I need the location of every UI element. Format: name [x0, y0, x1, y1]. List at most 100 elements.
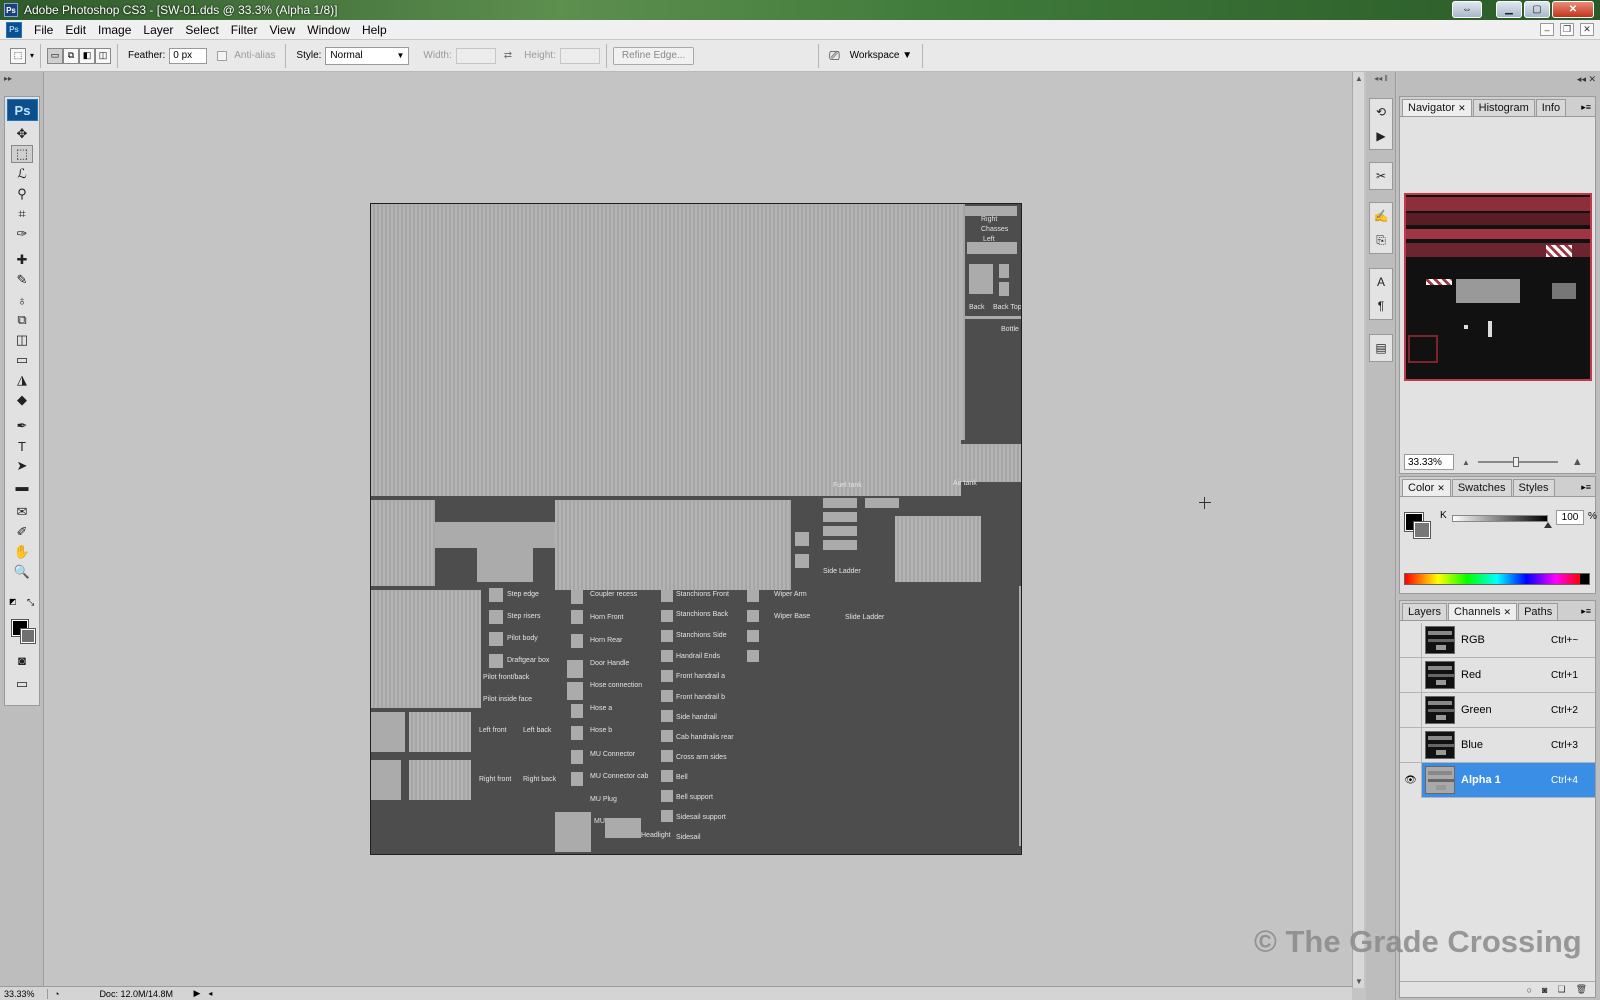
navigator-zoom-input[interactable]: 33.33% — [1404, 454, 1454, 470]
zoom-tool-icon[interactable]: 🔍 — [11, 563, 33, 581]
pen-tool-icon[interactable]: ✒ — [11, 417, 33, 435]
close-icon[interactable]: ✕ — [1504, 607, 1512, 618]
tool-presets-icon[interactable]: ✂ — [1370, 165, 1392, 187]
hand-tool-icon[interactable]: ✋ — [11, 543, 33, 561]
paragraph-panel-icon[interactable]: ¶ — [1370, 295, 1392, 317]
visibility-eye-icon[interactable] — [1400, 727, 1422, 763]
color-background-swatch[interactable] — [1413, 521, 1431, 539]
resize-button[interactable]: ⇔ — [1452, 1, 1482, 18]
healing-brush-icon[interactable]: ✚ — [11, 251, 33, 269]
document-vertical-scrollbar[interactable]: ▲ ▼ — [1352, 72, 1364, 988]
channel-row[interactable]: 👁 Alpha 1 Ctrl+4 — [1400, 762, 1595, 798]
tab-navigator[interactable]: Navigator ✕ — [1402, 99, 1472, 116]
maximize-button[interactable]: ▢ — [1524, 1, 1550, 18]
tab-paths[interactable]: Paths — [1518, 603, 1559, 620]
scroll-left-icon[interactable]: ◂ — [208, 989, 212, 998]
marquee-tool-preset-icon[interactable]: ⬚ — [10, 47, 26, 64]
minimize-button[interactable]: ▁ — [1496, 1, 1522, 18]
bridge-icon[interactable]: ⎚ — [829, 48, 839, 64]
dock-grip-icon[interactable]: ◂◂ ‖ — [1366, 74, 1396, 86]
menu-window[interactable]: Window — [301, 23, 356, 37]
brushes-panel-icon[interactable]: ✍ — [1370, 205, 1392, 227]
history-brush-icon[interactable]: ⧉ — [11, 311, 33, 329]
new-channel-icon[interactable]: ❏ — [1557, 984, 1565, 995]
k-slider-thumb[interactable] — [1544, 522, 1552, 528]
zoom-slider-thumb[interactable] — [1513, 457, 1520, 467]
menu-edit[interactable]: Edit — [59, 23, 92, 37]
quick-mask-icon[interactable]: ◙ — [11, 651, 33, 669]
menu-select[interactable]: Select — [179, 23, 224, 37]
dodge-tool-icon[interactable]: ◆ — [11, 391, 33, 409]
brush-tool-icon[interactable]: ✎ — [11, 271, 33, 289]
menu-help[interactable]: Help — [356, 23, 393, 37]
tab-info[interactable]: Info — [1535, 99, 1567, 116]
visibility-eye-icon[interactable]: 👁 — [1400, 762, 1422, 798]
tab-swatches[interactable]: Swatches — [1451, 479, 1512, 496]
panel-menu-icon[interactable]: ▸≡ — [1581, 606, 1591, 617]
panel-menu-icon[interactable]: ▸≡ — [1581, 102, 1591, 113]
doc-restore-button[interactable]: ❐ — [1560, 23, 1574, 36]
swap-colors-icon[interactable]: ⤡ — [27, 597, 34, 608]
notes-tool-icon[interactable]: ✉ — [11, 503, 33, 521]
menu-layer[interactable]: Layer — [137, 23, 179, 37]
visibility-eye-icon[interactable] — [1400, 657, 1422, 693]
eraser-tool-icon[interactable]: ◫ — [11, 331, 33, 349]
visibility-eye-icon[interactable] — [1400, 692, 1422, 728]
tab-color[interactable]: Color ✕ — [1402, 479, 1451, 496]
load-selection-icon[interactable]: ○ — [1527, 985, 1532, 995]
character-panel-icon[interactable]: A — [1370, 271, 1392, 293]
menu-file[interactable]: File — [28, 23, 59, 37]
slice-tool-icon[interactable]: ✑ — [11, 225, 33, 243]
new-selection-icon[interactable]: ▭ — [47, 47, 64, 64]
actions-panel-icon[interactable]: ▶ — [1370, 125, 1392, 147]
path-selection-icon[interactable]: ➤ — [11, 457, 33, 475]
style-select[interactable]: Normal ▼ — [325, 46, 410, 65]
magic-wand-tool-icon[interactable]: ⚲ — [11, 185, 33, 203]
refine-edge-button[interactable]: Refine Edge... — [612, 46, 695, 65]
channel-row[interactable]: Red Ctrl+1 — [1400, 657, 1595, 693]
crop-tool-icon[interactable]: ⌗ — [11, 205, 33, 223]
feather-input[interactable]: 0 px — [169, 47, 208, 64]
antialias-checkbox[interactable] — [217, 50, 228, 61]
channel-row[interactable]: Blue Ctrl+3 — [1400, 727, 1595, 763]
preset-dropdown-arrow-icon[interactable]: ▾ — [30, 51, 34, 60]
width-input[interactable] — [455, 47, 496, 64]
document-canvas[interactable]: Right Chasses Left Back Back Top Bottle Fuel t… — [370, 203, 1022, 855]
status-zoom[interactable]: 33.33% — [0, 988, 48, 999]
panel-menu-icon[interactable]: ▸≡ — [1581, 482, 1591, 493]
channel-row[interactable]: Green Ctrl+2 — [1400, 692, 1595, 728]
menu-view[interactable]: View — [263, 23, 301, 37]
blur-tool-icon[interactable]: ◮ — [11, 371, 33, 389]
menu-image[interactable]: Image — [92, 23, 137, 37]
screen-mode-icon[interactable]: ▭ — [11, 675, 33, 693]
status-menu-arrow-icon[interactable]: ▶ — [193, 988, 200, 999]
zoom-in-icon[interactable]: ▲ — [1572, 456, 1583, 468]
move-tool-icon[interactable]: ✥ — [11, 125, 33, 143]
close-icon[interactable]: ✕ — [1437, 483, 1445, 494]
subtract-selection-icon[interactable]: ◧ — [79, 47, 96, 64]
navigator-thumbnail[interactable] — [1404, 193, 1592, 381]
k-slider[interactable] — [1452, 515, 1548, 522]
swap-icon[interactable]: ⇄ — [504, 50, 512, 61]
history-panel-icon[interactable]: ⟲ — [1370, 101, 1392, 123]
visibility-eye-icon[interactable] — [1400, 622, 1422, 658]
save-selection-icon[interactable]: ◙ — [1542, 985, 1547, 995]
height-input[interactable] — [559, 47, 600, 64]
workspace-button[interactable]: Workspace ▼ — [850, 50, 913, 61]
shape-tool-icon[interactable]: ▬ — [11, 477, 33, 495]
panel-collapse-icon[interactable]: ◂◂ ✕ — [1577, 74, 1596, 85]
clone-stamp-icon[interactable]: ♁ — [11, 291, 33, 309]
tab-channels[interactable]: Channels ✕ — [1448, 603, 1518, 620]
gradient-tool-icon[interactable]: ▭ — [11, 351, 33, 369]
tab-layers[interactable]: Layers — [1402, 603, 1448, 620]
color-spectrum-bar[interactable] — [1404, 573, 1590, 585]
scroll-up-icon[interactable]: ▲ — [1355, 74, 1363, 83]
navigator-zoom-slider[interactable] — [1477, 457, 1558, 467]
delete-channel-icon[interactable]: 🗑 — [1576, 984, 1587, 995]
eyedropper-tool-icon[interactable]: ✐ — [11, 523, 33, 541]
tab-styles[interactable]: Styles — [1512, 479, 1555, 496]
zoom-out-icon[interactable]: ▲ — [1462, 458, 1470, 467]
k-value-input[interactable]: 100 — [1556, 510, 1584, 525]
close-button[interactable]: ✕ — [1552, 1, 1594, 18]
doc-minimize-button[interactable]: – — [1540, 23, 1554, 36]
